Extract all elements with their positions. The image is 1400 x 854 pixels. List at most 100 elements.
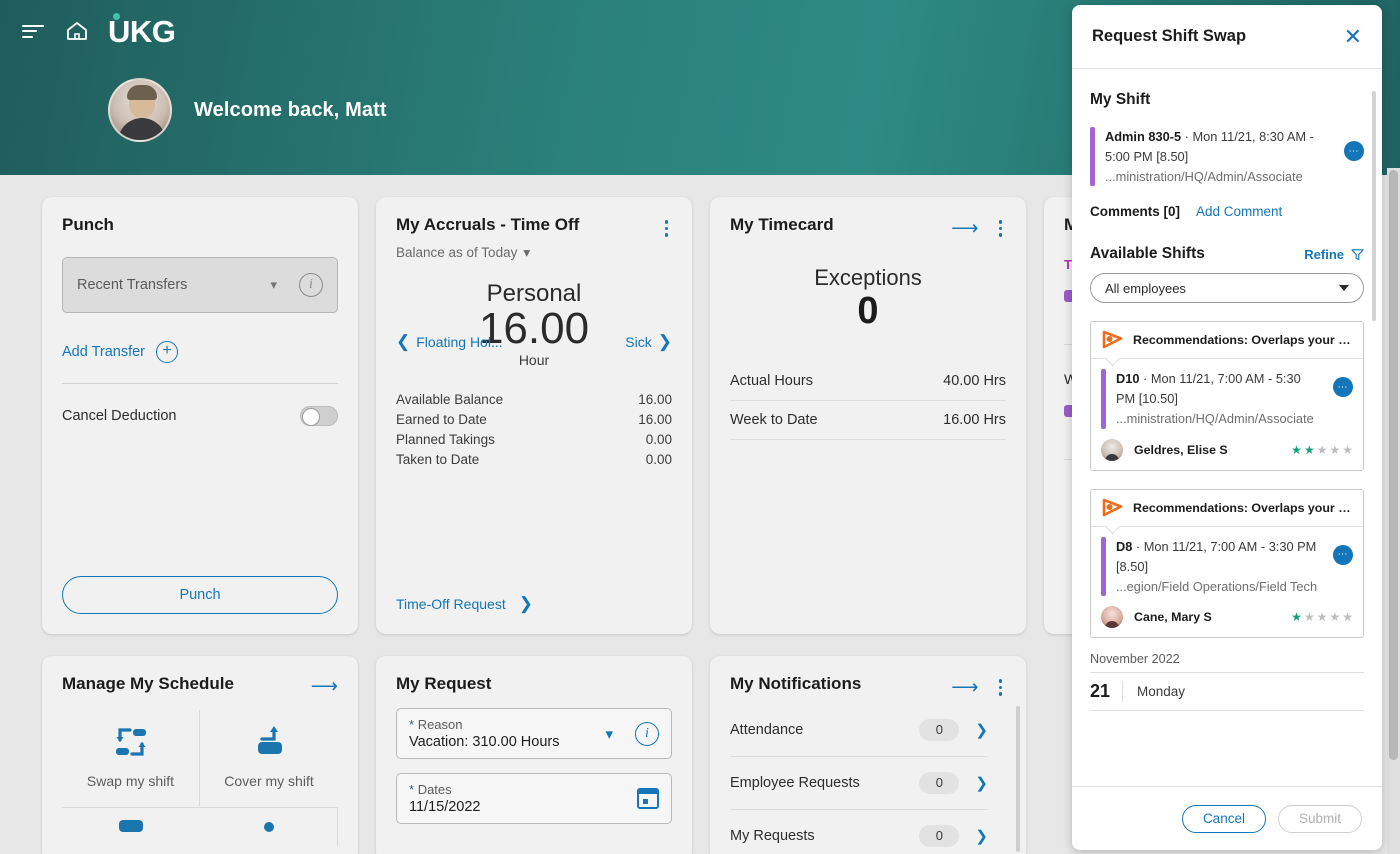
request-shift-swap-panel: Request Shift Swap ✕ My Shift Admin 830-… (1072, 5, 1382, 850)
manage-schedule-title: Manage My Schedule (62, 674, 234, 693)
reason-info-icon[interactable]: i (635, 721, 659, 746)
swap-shift-icon (115, 728, 146, 756)
time-off-request-link[interactable]: Time-Off Request ❯ (396, 594, 533, 614)
shift-card-text: D10 · Mon 11/21, 7:00 AM - 5:30 PM [10.5… (1116, 369, 1323, 428)
accrual-row: Planned Takings 0.00 (396, 430, 672, 450)
notification-label: Attendance (730, 721, 804, 738)
panel-body: My Shift Admin 830-5 · Mon 11/21, 8:30 A… (1072, 69, 1382, 786)
schedule-tile-4[interactable] (200, 807, 338, 847)
notification-item[interactable]: Attendance 0 ❯ (730, 704, 988, 757)
user-avatar[interactable] (108, 78, 172, 142)
dates-label: * Dates (409, 782, 452, 797)
balance-as-of-selector[interactable]: Balance as of Today ▾ (396, 245, 530, 261)
recommendation-banner: Recommendations: Overlaps your pr... (1091, 322, 1363, 360)
accrual-row-value: 0.00 (645, 432, 672, 448)
shift-card-body: D10 · Mon 11/21, 7:00 AM - 5:30 PM [10.5… (1091, 359, 1363, 432)
shift-card-text: D8 · Mon 11/21, 7:00 AM - 3:30 PM [8.50]… (1116, 537, 1323, 596)
transfer-info-icon[interactable]: i (299, 273, 323, 297)
notifications-open-arrow-icon[interactable]: ⟶ (951, 678, 978, 697)
timecard-row-label: Week to Date (730, 412, 818, 429)
employee-filter-select[interactable]: All employees (1090, 273, 1364, 304)
star-icon: ★ (1329, 442, 1341, 457)
dates-field[interactable]: * Dates 11/15/2022 (396, 773, 672, 824)
shift-code: D10 (1116, 371, 1140, 387)
shift-path: ...egion/Field Operations/Field Tech (1116, 578, 1318, 594)
ukg-logo[interactable]: UKG (108, 13, 176, 47)
add-comment-button[interactable]: Add Comment (1196, 204, 1282, 219)
timecard-card-title: My Timecard (730, 215, 834, 234)
shift-more-icon[interactable]: ⋯ (1333, 544, 1353, 565)
shift-card-body: D8 · Mon 11/21, 7:00 AM - 3:30 PM [8.50]… (1091, 527, 1363, 600)
cover-my-shift-tile[interactable]: Cover my shift (200, 710, 338, 806)
timecard-open-arrow-icon[interactable]: ⟶ (951, 219, 978, 238)
accruals-kebab-icon[interactable] (661, 218, 673, 239)
star-icon: ★ (1329, 610, 1341, 625)
chevron-down-icon: ▾ (270, 277, 277, 292)
chevron-down-icon[interactable]: ▾ (605, 725, 613, 743)
refine-button[interactable]: Refine (1304, 247, 1364, 262)
available-shifts-title: Available Shifts (1090, 245, 1205, 263)
timecard-kebab-icon[interactable] (995, 218, 1007, 239)
accruals-card-header: My Accruals - Time Off (396, 215, 672, 239)
comments-row: Comments [0] Add Comment (1090, 204, 1364, 219)
accrual-row-label: Available Balance (396, 392, 504, 408)
notification-item[interactable]: My Requests 0 ❯ (730, 810, 988, 854)
accrual-unit-label: Hour (518, 351, 550, 368)
panel-header: Request Shift Swap ✕ (1072, 5, 1382, 69)
hamburger-menu-icon[interactable] (22, 21, 46, 41)
submit-button[interactable]: Submit (1277, 804, 1362, 833)
timecard-row-label: Actual Hours (730, 373, 814, 390)
available-shift-card[interactable]: Recommendations: Overlaps your pr... D10… (1090, 321, 1364, 471)
shift-more-icon[interactable]: ⋯ (1333, 377, 1353, 398)
reason-field[interactable]: * Reason Vacation: 310.00 Hours ▾ i (396, 708, 672, 759)
star-icon: ★ (1316, 442, 1328, 457)
accrual-row-value: 16.00 (638, 412, 672, 428)
shift-card-footer: Cane, Mary S ★ ★ ★ ★ ★ (1091, 600, 1363, 637)
cancel-deduction-row: Cancel Deduction (62, 406, 338, 426)
comments-label: Comments [0] (1090, 204, 1181, 220)
reason-label: * Reason (409, 717, 463, 732)
welcome-banner: Welcome back, Matt (108, 78, 387, 142)
accruals-card-title: My Accruals - Time Off (396, 215, 580, 234)
employee-name: Geldres, Elise S (1134, 442, 1228, 457)
add-transfer-button[interactable]: Add Transfer + (62, 341, 338, 363)
accrual-row: Earned to Date 16.00 (396, 410, 672, 430)
schedule-tile-3[interactable] (62, 807, 200, 846)
cancel-button[interactable]: Cancel (1181, 804, 1266, 833)
panel-scrollbar[interactable] (1372, 91, 1376, 321)
accrual-prev-button[interactable]: ❮ Floating Hol... (396, 332, 503, 352)
notification-count: 0 (919, 718, 960, 741)
day-row: 21 Monday (1090, 672, 1364, 712)
shift-rating[interactable]: ★ ★ ★ ★ ★ (1291, 610, 1353, 624)
accrual-detail-list: Available Balance 16.00 Earned to Date 1… (396, 390, 672, 470)
notifications-kebab-icon[interactable] (995, 677, 1007, 698)
my-shift-text: Admin 830-5 · Mon 11/21, 8:30 AM - 5:00 … (1105, 127, 1334, 186)
notification-count: 0 (919, 824, 960, 847)
add-transfer-label: Add Transfer (62, 344, 146, 360)
notifications-scrollbar[interactable] (1016, 706, 1020, 852)
close-icon[interactable]: ✕ (1344, 25, 1362, 48)
punch-button[interactable]: Punch (62, 576, 338, 614)
page-scrollbar-thumb[interactable] (1389, 170, 1398, 760)
my-notifications-title: My Notifications (730, 674, 862, 693)
calendar-icon[interactable] (637, 788, 659, 809)
accrual-pager: ❮ Floating Hol... Sick ❯ (396, 332, 672, 352)
shift-card-footer: Geldres, Elise S ★ ★ ★ ★ ★ (1091, 433, 1363, 470)
shift-color-bar (1090, 127, 1095, 187)
refine-label: Refine (1304, 246, 1344, 262)
accrual-next-button[interactable]: Sick ❯ (625, 332, 672, 352)
swap-my-shift-tile[interactable]: Swap my shift (62, 710, 200, 807)
cancel-deduction-toggle[interactable] (300, 406, 338, 426)
shift-rating[interactable]: ★ ★ ★ ★ ★ (1291, 443, 1353, 457)
my-shift-more-icon[interactable]: ⋯ (1344, 141, 1364, 161)
notification-item[interactable]: Employee Requests 0 ❯ (730, 757, 988, 810)
manage-schedule-open-arrow-icon[interactable]: ⟶ (311, 677, 338, 696)
reason-value: Vacation: 310.00 Hours (409, 734, 560, 750)
chevron-right-icon: ❯ (518, 594, 533, 613)
recent-transfers-select[interactable]: Recent Transfers ▾ i (62, 257, 338, 313)
available-shifts-header: Available Shifts Refine (1090, 245, 1364, 263)
available-shift-card[interactable]: Recommendations: Overlaps your pr... D8 … (1090, 488, 1364, 639)
shift-detail: · Mon 11/21, 7:00 AM - 5:30 PM [10.50] (1116, 371, 1301, 407)
cover-my-shift-label: Cover my shift (224, 773, 314, 789)
home-icon[interactable] (66, 21, 88, 41)
